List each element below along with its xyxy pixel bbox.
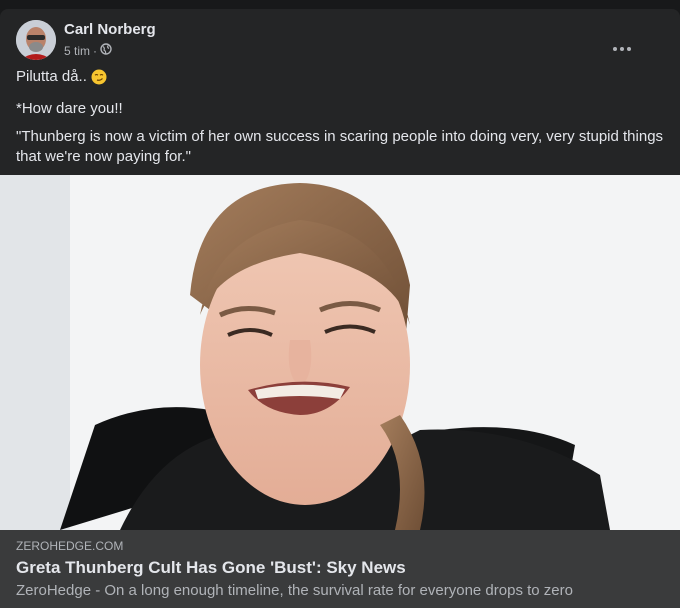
post-line: Pilutta då.. [16, 67, 666, 91]
portrait-photo [0, 175, 680, 530]
more-dot-icon [613, 47, 617, 51]
post-text: Pilutta då.. *How dare you!! "Thunberg i… [16, 67, 666, 175]
post-meta: 5 tim · [64, 43, 112, 58]
avatar-image [16, 20, 56, 60]
more-options-button[interactable] [608, 40, 636, 58]
post-line: *How dare you!! [16, 100, 123, 117]
link-domain: ZEROHEDGE.COM [16, 539, 124, 553]
post-line: "Thunberg is now a victim of her own suc… [16, 128, 664, 165]
meta-separator: · [93, 43, 98, 58]
post-card: Carl Norberg 5 tim · Pilutta då.. *How d… [0, 9, 680, 608]
author-name[interactable]: Carl Norberg [64, 21, 156, 38]
link-preview-image[interactable] [0, 175, 680, 530]
link-preview[interactable]: ZEROHEDGE.COM Greta Thunberg Cult Has Go… [0, 530, 680, 608]
post-header: Carl Norberg 5 tim · [16, 20, 656, 62]
post-time[interactable]: 5 tim [64, 44, 90, 58]
more-dot-icon [620, 47, 624, 51]
link-description: ZeroHedge - On a long enough timeline, t… [16, 582, 573, 599]
more-dot-icon [627, 47, 631, 51]
link-title[interactable]: Greta Thunberg Cult Has Gone 'Bust': Sky… [16, 558, 406, 578]
globe-icon [100, 43, 112, 58]
avatar[interactable] [16, 20, 56, 60]
smirk-emoji-icon [91, 69, 107, 91]
